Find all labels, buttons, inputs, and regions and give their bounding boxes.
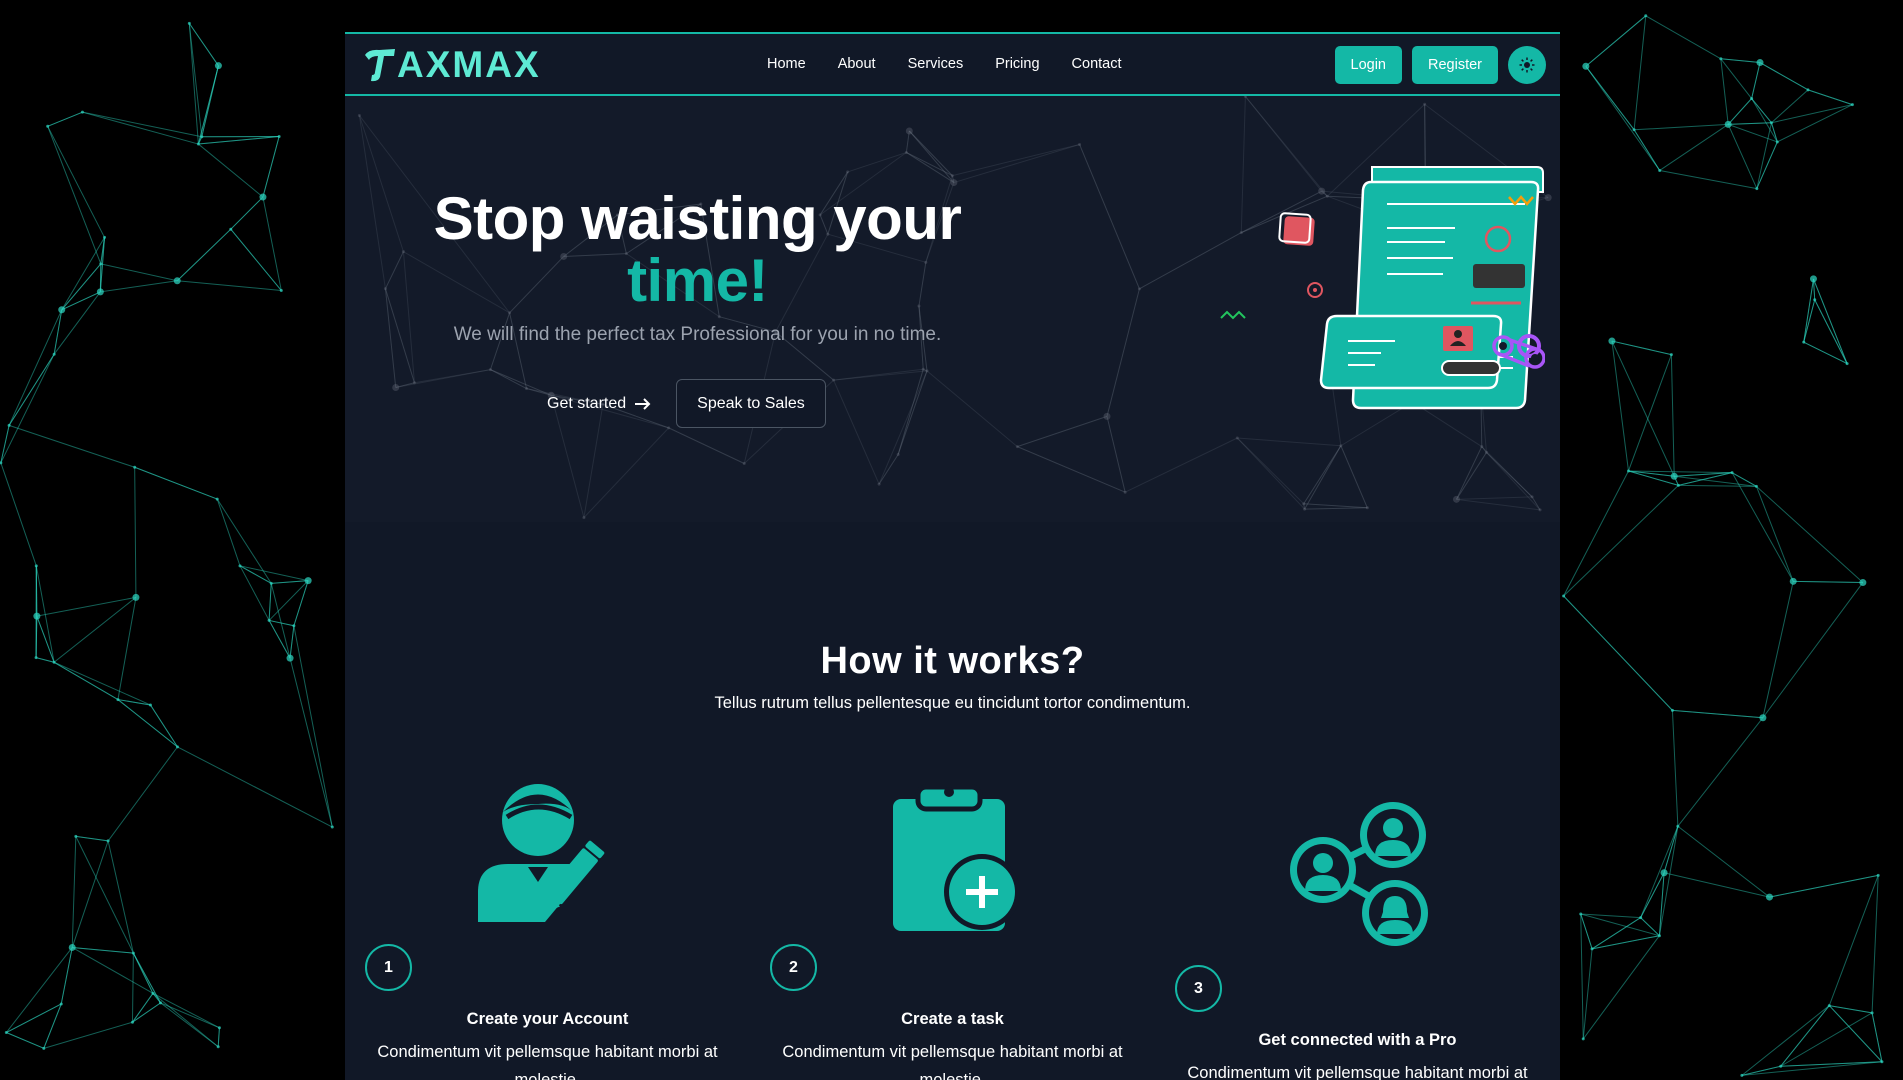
step-text-3: Condimentum vit pellemsque habitant morb… bbox=[1187, 1064, 1528, 1080]
orange-zigzag-decoration bbox=[1508, 195, 1534, 206]
register-button[interactable]: Register bbox=[1412, 46, 1498, 84]
get-started-link[interactable]: Get started bbox=[547, 395, 652, 413]
people-network-icon bbox=[1155, 800, 1560, 950]
how-subtitle: Tellus rutrum tellus pellentesque eu tin… bbox=[714, 694, 1191, 712]
hero-subtitle: We will find the perfect tax Professiona… bbox=[453, 324, 942, 345]
hero-actions: Get started Speak to Sales bbox=[547, 379, 826, 428]
nav-actions: Login Register bbox=[1334, 46, 1546, 84]
step-title-1: Create your Account bbox=[466, 1010, 629, 1028]
sun-icon bbox=[1519, 57, 1535, 73]
how-it-works-section: How it works? Tellus rutrum tellus pelle… bbox=[345, 522, 1560, 1080]
step-text-1: Condimentum vit pellemsque habitant morb… bbox=[377, 1043, 718, 1080]
page-container: AXMAX Home About Services Pricing Contac… bbox=[345, 32, 1560, 1080]
step-text-2: Condimentum vit pellemsque habitant morb… bbox=[782, 1043, 1123, 1080]
clipboard-plus-icon bbox=[750, 784, 1155, 934]
nav-pricing[interactable]: Pricing bbox=[995, 56, 1039, 72]
login-button[interactable]: Login bbox=[1334, 46, 1402, 84]
logo-mark-icon bbox=[365, 49, 395, 82]
get-started-label: Get started bbox=[547, 394, 627, 412]
arrow-right-icon bbox=[635, 397, 651, 410]
navbar: AXMAX Home About Services Pricing Contac… bbox=[345, 32, 1560, 96]
how-title: How it works? bbox=[820, 640, 1085, 682]
step-number-2: 2 bbox=[770, 944, 817, 991]
nav-contact[interactable]: Contact bbox=[1072, 56, 1122, 72]
documents-illustration bbox=[1220, 166, 1545, 410]
hero-title: Stop waisting your time! bbox=[345, 188, 1050, 312]
hero-title-line1: Stop waisting your bbox=[433, 185, 962, 252]
logo[interactable]: AXMAX bbox=[363, 44, 541, 85]
nav-about[interactable]: About bbox=[838, 56, 876, 72]
theme-toggle-button[interactable] bbox=[1508, 46, 1546, 84]
hero-section: Stop waisting your time! We will find th… bbox=[345, 96, 1560, 522]
nav-services[interactable]: Services bbox=[908, 56, 964, 72]
main-nav: Home About Services Pricing Contact bbox=[767, 34, 1154, 94]
step-number-1: 1 bbox=[365, 944, 412, 991]
nav-home[interactable]: Home bbox=[767, 56, 806, 72]
speak-to-sales-button[interactable]: Speak to Sales bbox=[676, 379, 826, 428]
step-number-3: 3 bbox=[1175, 965, 1222, 1012]
user-edit-icon bbox=[345, 782, 750, 932]
logo-text: AXMAX bbox=[397, 44, 541, 85]
step-title-2: Create a task bbox=[901, 1010, 1004, 1028]
step-title-3: Get connected with a Pro bbox=[1258, 1031, 1457, 1049]
hero-title-accent: time! bbox=[627, 247, 768, 314]
